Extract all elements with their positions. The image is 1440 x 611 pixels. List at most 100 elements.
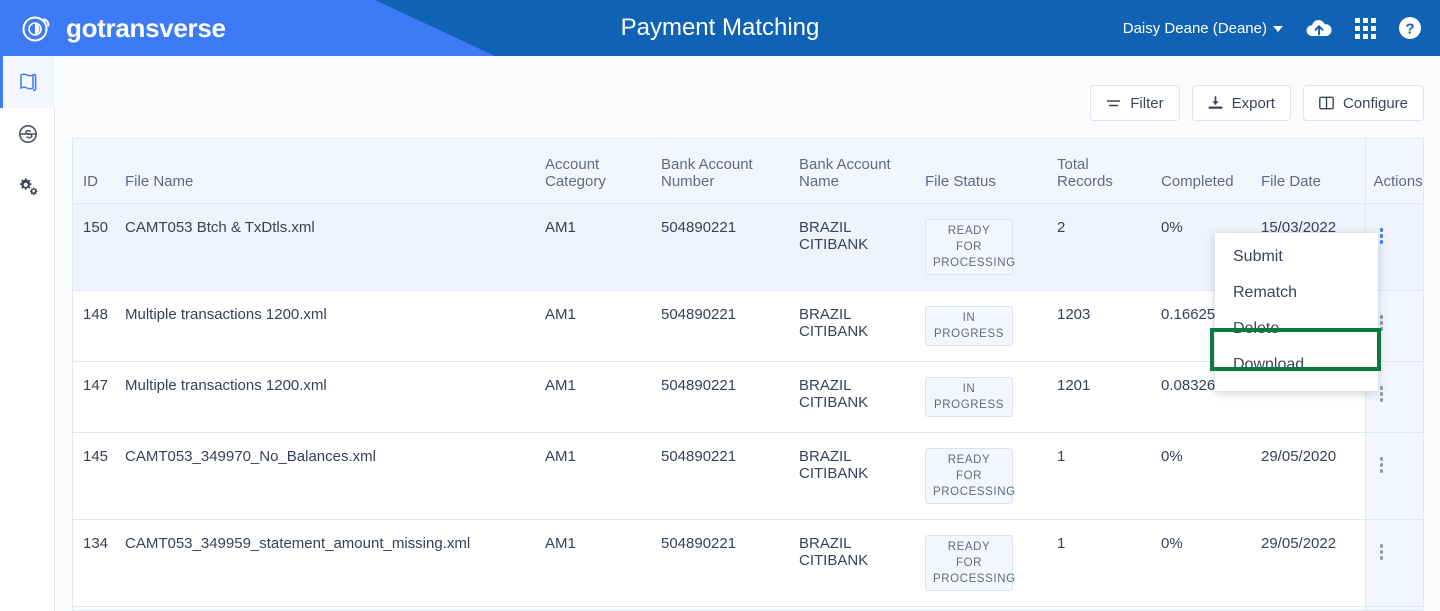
cell-bank-account-number: 504890221 — [653, 606, 791, 610]
cell-file-status: IN PROGRESS — [917, 361, 1049, 433]
user-name: Daisy Deane (Deane) — [1122, 19, 1267, 37]
column-header-file-date[interactable]: File Date — [1253, 139, 1365, 204]
header-actions: Daisy Deane (Deane) ? — [1123, 0, 1422, 56]
cell-file-name: CAMT053_349970_No_Balances.xml — [117, 606, 537, 610]
export-button[interactable]: Export — [1191, 85, 1291, 121]
sidebar — [0, 56, 55, 611]
cell-bank-account-number: 504890221 — [653, 290, 791, 362]
cell-bank-account-number: 504890221 — [653, 519, 791, 607]
column-header-bank-account-name[interactable]: Bank Account Name — [791, 139, 917, 204]
table-row[interactable]: 131CAMT053_349970_No_Balances.xmlAM15048… — [73, 606, 1423, 610]
cell-total-records: 1 — [1049, 519, 1153, 607]
brand[interactable]: gotransverse — [20, 0, 226, 56]
column-header-actions: Actions — [1364, 139, 1423, 204]
cell-actions — [1364, 606, 1423, 610]
cell-id: 148 — [73, 290, 117, 362]
cell-id: 150 — [73, 203, 117, 291]
menu-item-submit[interactable]: Submit — [1215, 239, 1378, 275]
cell-completed: 0% — [1153, 432, 1253, 520]
cell-actions — [1364, 519, 1423, 607]
column-header-bank-account-number[interactable]: Bank Account Number — [653, 139, 791, 204]
column-header-file-name[interactable]: File Name — [117, 139, 537, 204]
cell-total-records: 1203 — [1049, 290, 1153, 362]
menu-item-delete[interactable]: Delete — [1215, 311, 1378, 347]
table-toolbar: Filter Export Configure — [1090, 85, 1424, 121]
row-actions-kebab-icon[interactable] — [1374, 455, 1390, 475]
cell-bank-account-name: BRAZIL CITIBANK — [791, 203, 917, 291]
cell-completed: 0% — [1153, 606, 1253, 610]
brand-name: gotransverse — [66, 12, 226, 43]
table-row[interactable]: 134 CAMT053_349959_statement_amount_missi… — [73, 519, 1423, 607]
help-circle-icon[interactable]: ? — [1398, 16, 1422, 40]
cell-file-status: READY FOR PROCESSING — [917, 203, 1049, 291]
row-context-menu[interactable]: Submit Rematch Delete Download — [1215, 233, 1378, 391]
filter-button[interactable]: Filter — [1090, 85, 1180, 121]
cell-id: 145 — [73, 432, 117, 520]
configure-button-label: Configure — [1342, 94, 1408, 112]
menu-item-download[interactable]: Download — [1215, 347, 1378, 383]
status-badge: READY FOR PROCESSING — [925, 218, 1015, 275]
cell-file-name: Multiple transactions 1200.xml — [117, 361, 537, 433]
sidebar-item-payments[interactable] — [0, 108, 55, 160]
column-header-total-records[interactable]: Total Records — [1049, 139, 1153, 204]
columns-layout-icon — [1319, 96, 1334, 110]
page-title: Payment Matching — [620, 14, 820, 41]
cell-file-name: Multiple transactions 1200.xml — [117, 290, 537, 362]
column-header-account-category[interactable]: Account Category — [537, 139, 653, 204]
cell-bank-account-number: 504890221 — [653, 432, 791, 520]
cell-account-category: AM1 — [537, 203, 653, 291]
app-header: gotransverse Payment Matching Daisy Dean… — [0, 0, 1440, 56]
cell-account-category: AM1 — [537, 361, 653, 433]
table-header-row: ID File Name Account Category Bank Accou… — [73, 139, 1423, 204]
cell-account-category: AM1 — [537, 606, 653, 610]
cell-account-category: AM1 — [537, 290, 653, 362]
cell-file-status: READY FOR PROCESSING — [917, 519, 1049, 607]
filter-button-label: Filter — [1130, 94, 1164, 112]
svg-text:?: ? — [1405, 21, 1414, 38]
column-header-completed[interactable]: Completed — [1153, 139, 1253, 204]
cell-bank-account-number: 504890221 — [653, 203, 791, 291]
cell-account-category: AM1 — [537, 432, 653, 520]
status-badge: READY FOR PROCESSING — [925, 534, 1015, 591]
filter-lines-icon — [1106, 97, 1121, 110]
caret-down-icon — [1273, 26, 1283, 32]
currency-circle-icon — [17, 123, 39, 145]
row-actions-kebab-icon[interactable] — [1374, 542, 1390, 562]
cell-file-date: 29/05/2020 — [1253, 606, 1365, 610]
gotransverse-circle-logo-icon — [20, 11, 54, 45]
menu-item-rematch[interactable]: Rematch — [1215, 275, 1378, 311]
cell-total-records: 1201 — [1049, 361, 1153, 433]
cell-total-records: 1 — [1049, 606, 1153, 610]
cell-file-status: READY FOR PROCESSING — [917, 432, 1049, 520]
column-header-file-status[interactable]: File Status — [917, 139, 1049, 204]
cell-id: 147 — [73, 361, 117, 433]
table-row[interactable]: 145 CAMT053_349970_No_Balances.xml AM1 5048… — [73, 432, 1423, 520]
status-badge: READY FOR PROCESSING — [925, 447, 1015, 504]
main-content: Filter Export Configure ID File Name Acc… — [56, 56, 1440, 611]
status-badge: IN PROGRESS — [925, 376, 1013, 417]
cell-total-records: 1 — [1049, 432, 1153, 520]
status-badge: IN PROGRESS — [925, 305, 1013, 346]
cell-actions — [1364, 432, 1423, 520]
gears-settings-icon — [17, 175, 39, 197]
cloud-upload-icon[interactable] — [1305, 17, 1333, 39]
cell-total-records: 2 — [1049, 203, 1153, 291]
apps-grid-icon[interactable] — [1355, 17, 1376, 39]
sidebar-item-settings[interactable] — [0, 160, 55, 212]
cell-bank-account-name: BRAZIL CITIBANK — [791, 606, 917, 610]
cell-id: 134 — [73, 519, 117, 607]
configure-button[interactable]: Configure — [1302, 85, 1424, 121]
cell-completed: 0% — [1153, 519, 1253, 607]
user-menu[interactable]: Daisy Deane (Deane) — [1123, 20, 1283, 37]
column-header-id[interactable]: ID — [73, 139, 117, 204]
cell-file-status: VALIDATION WARNING — [917, 606, 1049, 610]
sidebar-item-payment-files[interactable] — [0, 56, 55, 108]
scroll-document-icon — [17, 71, 39, 93]
cell-file-name: CAMT053_349970_No_Balances.xml — [117, 432, 537, 520]
cell-file-date: 29/05/2020 — [1253, 432, 1365, 520]
cell-bank-account-name: BRAZIL CITIBANK — [791, 361, 917, 433]
export-button-label: Export — [1231, 94, 1275, 112]
cell-file-date: 29/05/2022 — [1253, 519, 1365, 607]
cell-bank-account-name: BRAZIL CITIBANK — [791, 432, 917, 520]
cell-file-name: CAMT053_349959_statement_amount_missing.… — [117, 519, 537, 607]
